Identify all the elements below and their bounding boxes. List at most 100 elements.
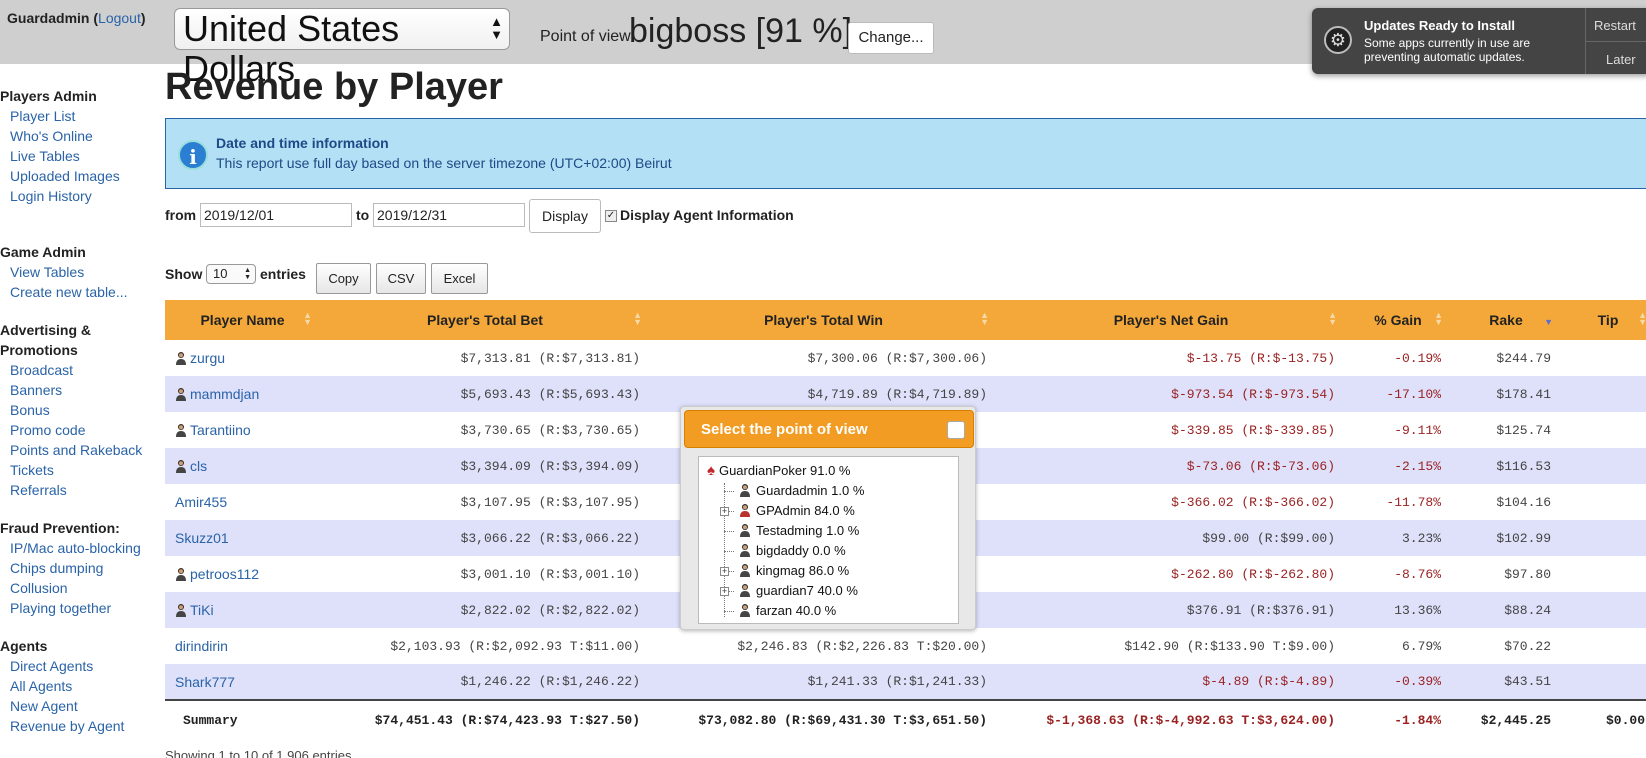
sidebar-item-uploaded-images[interactable]: Uploaded Images xyxy=(0,166,160,186)
sort-icon: ▲ ▼ xyxy=(1638,310,1646,327)
player-name-link[interactable]: mammdjan xyxy=(190,386,259,402)
csv-button[interactable]: CSV xyxy=(376,263,426,294)
player-name-link[interactable]: TiKi xyxy=(190,602,214,618)
sidebar-item-live-tables[interactable]: Live Tables xyxy=(0,146,160,166)
logout-link[interactable]: Logout xyxy=(98,10,141,26)
column-header-player-s-total-bet[interactable]: Player's Total Bet ▲ ▼ xyxy=(320,300,650,340)
to-date-input[interactable]: 2019/12/31 xyxy=(373,203,525,227)
player-name-cell[interactable]: Shark777 xyxy=(165,664,320,700)
player-name-link[interactable]: Skuzz01 xyxy=(175,530,229,546)
sidebar-item-chips-dumping[interactable]: Chips dumping xyxy=(0,558,160,578)
player-name-cell[interactable]: dirindirin xyxy=(165,628,320,664)
expand-icon[interactable]: + xyxy=(720,567,729,576)
sidebar-item-who-s-online[interactable]: Who's Online xyxy=(0,126,160,146)
sidebar-item-points-and-rakeback[interactable]: Points and Rakeback xyxy=(0,440,160,460)
tree-node-guardadmin[interactable]: Guardadmin 1.0 % xyxy=(739,481,864,501)
info-title: Date and time information xyxy=(216,135,389,151)
sidebar-item-broadcast[interactable]: Broadcast xyxy=(0,360,160,380)
sidebar-heading: Game Admin xyxy=(0,244,86,260)
tree-node-testadming[interactable]: Testadming 1.0 % xyxy=(739,521,859,541)
tree-node-bigdaddy[interactable]: bigdaddy 0.0 % xyxy=(739,541,846,561)
sidebar-item-banners[interactable]: Banners xyxy=(0,380,160,400)
player-name-cell[interactable]: TiKi xyxy=(165,592,320,628)
copy-button[interactable]: Copy xyxy=(316,263,371,294)
rake-cell: $70.22 xyxy=(1451,628,1561,664)
expand-icon[interactable]: + xyxy=(720,507,729,516)
summary-row: Summary $74,451.43 (R:$74,423.93 T:$27.50… xyxy=(165,699,1646,740)
sidebar-item-player-list[interactable]: Player List xyxy=(0,106,160,126)
sidebar-item-collusion[interactable]: Collusion xyxy=(0,578,160,598)
sidebar-item-new-agent[interactable]: New Agent xyxy=(0,696,160,716)
tree-node-farzan[interactable]: farzan 40.0 % xyxy=(739,601,836,621)
close-icon[interactable] xyxy=(947,421,965,439)
rake-cell: $43.51 xyxy=(1451,664,1561,700)
column-header-tip[interactable]: Tip ▲ ▼ xyxy=(1561,300,1646,340)
tree-node-guardian7[interactable]: guardian7 40.0 % xyxy=(739,581,858,601)
sidebar-item-direct-agents[interactable]: Direct Agents xyxy=(0,656,160,676)
player-name-cell[interactable]: petroos112 xyxy=(165,556,320,592)
column-header-gain[interactable]: % Gain ▲ ▼ xyxy=(1345,300,1451,340)
restart-button[interactable]: Restart xyxy=(1594,18,1636,33)
entries-select[interactable]: 10 ▲ ▼ xyxy=(206,264,256,284)
sidebar-item-playing-together[interactable]: Playing together xyxy=(0,598,160,618)
player-name-link[interactable]: Shark777 xyxy=(175,674,235,690)
player-name-cell[interactable]: mammdjan xyxy=(165,376,320,412)
column-header-rake[interactable]: Rake ▼ xyxy=(1451,300,1561,340)
sort-icon: ▼ xyxy=(1544,317,1553,327)
later-button[interactable]: Later xyxy=(1606,52,1636,67)
change-pov-button[interactable]: Change... xyxy=(848,22,934,54)
sidebar-item-ip-mac-auto-blocking[interactable]: IP/Mac auto-blocking xyxy=(0,538,160,558)
column-header-player-s-net-gain[interactable]: Player's Net Gain ▲ ▼ xyxy=(997,300,1345,340)
percent-gain-cell: 3.23% xyxy=(1345,520,1451,556)
tree-node-guardianpoker[interactable]: ♠ GuardianPoker 91.0 % xyxy=(707,461,851,481)
player-name-link[interactable]: Tarantiino xyxy=(190,422,251,438)
table-row[interactable]: Shark777 $1,246.22 (R:$1,246.22) $1,241.33… xyxy=(165,664,1646,700)
tip-cell xyxy=(1561,376,1646,412)
table-row[interactable]: zurgu $7,313.81 (R:$7,313.81) $7,300.06 (R… xyxy=(165,340,1646,376)
currency-select[interactable]: United States Dollars ▲ ▼ xyxy=(174,8,510,89)
net-gain-cell: $-339.85 (R:$-339.85) xyxy=(997,412,1345,448)
player-name-cell[interactable]: Tarantiino xyxy=(165,412,320,448)
sidebar-item-create-new-table[interactable]: Create new table... xyxy=(0,282,160,302)
sidebar-item-bonus[interactable]: Bonus xyxy=(0,400,160,420)
sidebar-item-tickets[interactable]: Tickets xyxy=(0,460,160,480)
summary-gain-cell: -1.84% xyxy=(1345,699,1451,740)
column-header-player-name[interactable]: Player Name ▲ ▼ xyxy=(165,300,320,340)
table-row[interactable]: dirindirin $2,103.93 (R:$2,092.93 T:$11.0… xyxy=(165,628,1646,664)
sidebar-heading: Fraud Prevention: xyxy=(0,520,120,536)
tip-cell xyxy=(1561,556,1646,592)
agent-avatar-icon xyxy=(740,484,750,497)
tree-node-kingmag[interactable]: kingmag 86.0 % xyxy=(739,561,849,581)
agent-avatar-icon xyxy=(740,604,750,617)
sidebar-item-revenue-by-agent[interactable]: Revenue by Agent xyxy=(0,716,160,736)
pov-popup-title: Select the point of view xyxy=(701,421,868,438)
player-name-link[interactable]: cls xyxy=(190,458,207,474)
display-button[interactable]: Display xyxy=(529,199,601,233)
player-name-link[interactable]: petroos112 xyxy=(190,566,259,582)
excel-button[interactable]: Excel xyxy=(431,263,488,294)
player-name-cell[interactable]: Amir455 xyxy=(165,484,320,520)
sidebar-item-login-history[interactable]: Login History xyxy=(0,186,160,206)
player-name-cell[interactable]: zurgu xyxy=(165,340,320,376)
tree-node-gpadmin[interactable]: GPAdmin 84.0 % xyxy=(739,501,855,521)
player-name-link[interactable]: dirindirin xyxy=(175,638,228,654)
player-avatar-icon xyxy=(176,388,186,401)
sidebar-item-view-tables[interactable]: View Tables xyxy=(0,262,160,282)
pov-popup-header: Select the point of view xyxy=(684,410,974,448)
sidebar-item-referrals[interactable]: Referrals xyxy=(0,480,160,500)
player-name-link[interactable]: Amir455 xyxy=(175,494,227,510)
player-avatar-icon xyxy=(176,568,186,581)
from-date-input[interactable]: 2019/12/01 xyxy=(200,203,352,227)
player-name-cell[interactable]: Skuzz01 xyxy=(165,520,320,556)
expand-icon[interactable]: + xyxy=(720,587,729,596)
rake-cell: $116.53 xyxy=(1451,448,1561,484)
sidebar-item-promo-code[interactable]: Promo code xyxy=(0,420,160,440)
notification-divider xyxy=(1586,41,1646,42)
player-name-cell[interactable]: cls xyxy=(165,448,320,484)
percent-gain-cell: -2.15% xyxy=(1345,448,1451,484)
display-agent-checkbox[interactable]: ✓ xyxy=(605,210,617,222)
player-name-link[interactable]: zurgu xyxy=(190,350,225,366)
column-header-player-s-total-win[interactable]: Player's Total Win ▲ ▼ xyxy=(650,300,997,340)
sidebar-item-all-agents[interactable]: All Agents xyxy=(0,676,160,696)
net-gain-cell: $142.90 (R:$133.90 T:$9.00) xyxy=(997,628,1345,664)
